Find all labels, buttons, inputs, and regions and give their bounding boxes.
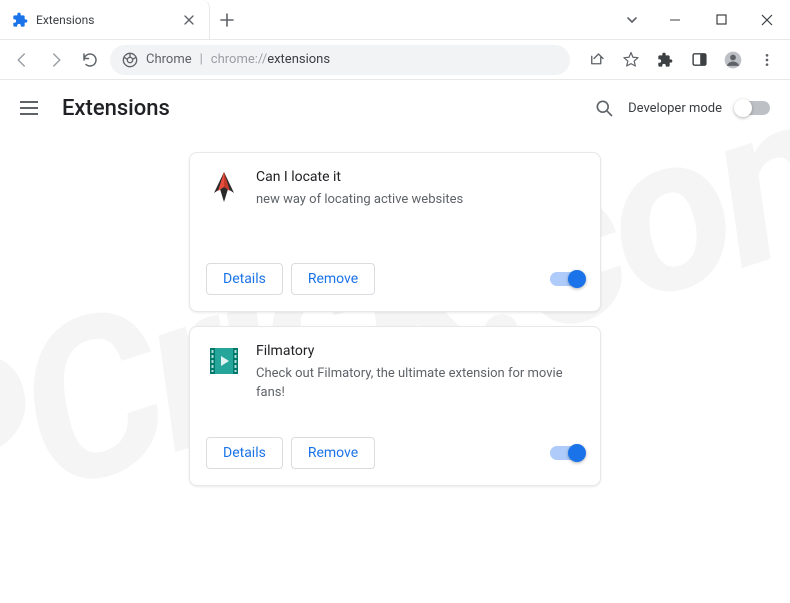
window-titlebar: Extensions xyxy=(0,0,790,40)
extensions-puzzle-icon[interactable] xyxy=(650,45,680,75)
side-panel-icon[interactable] xyxy=(684,45,714,75)
window-maximize-button[interactable] xyxy=(698,0,744,40)
hamburger-menu-icon[interactable] xyxy=(20,96,44,120)
forward-button[interactable] xyxy=(42,46,70,74)
address-scheme: Chrome xyxy=(146,52,192,67)
remove-button[interactable]: Remove xyxy=(291,263,375,295)
address-separator: | xyxy=(200,52,203,67)
window-minimize-button[interactable] xyxy=(652,0,698,40)
extensions-page-header: Extensions Developer mode xyxy=(0,80,790,136)
extension-description: new way of locating active websites xyxy=(256,191,584,210)
details-button[interactable]: Details xyxy=(206,437,283,469)
bird-icon xyxy=(206,169,242,205)
developer-mode-label: Developer mode xyxy=(628,101,722,116)
tab-search-chevron-icon[interactable] xyxy=(612,13,652,27)
browser-tab[interactable]: Extensions xyxy=(0,0,210,39)
puzzle-icon xyxy=(12,12,28,28)
extension-enable-toggle[interactable] xyxy=(550,446,584,460)
bookmark-star-icon[interactable] xyxy=(616,45,646,75)
window-close-button[interactable] xyxy=(744,0,790,40)
extension-card: Filmatory Check out Filmatory, the ultim… xyxy=(189,326,601,486)
extension-card: Can I locate it new way of locating acti… xyxy=(189,152,601,312)
close-tab-icon[interactable] xyxy=(181,12,197,28)
browser-toolbar: Chrome | chrome://extensions xyxy=(0,40,790,80)
chrome-site-icon xyxy=(122,52,138,68)
film-icon xyxy=(206,343,242,379)
developer-mode-toggle[interactable] xyxy=(736,101,770,115)
extension-description: Check out Filmatory, the ultimate extens… xyxy=(256,365,584,403)
extension-name: Filmatory xyxy=(256,343,584,359)
remove-button[interactable]: Remove xyxy=(291,437,375,469)
reload-button[interactable] xyxy=(76,46,104,74)
profile-avatar-icon[interactable] xyxy=(718,45,748,75)
tab-title: Extensions xyxy=(36,13,173,27)
extension-name: Can I locate it xyxy=(256,169,584,185)
details-button[interactable]: Details xyxy=(206,263,283,295)
page-title: Extensions xyxy=(62,96,170,121)
share-icon[interactable] xyxy=(582,45,612,75)
address-url: chrome://extensions xyxy=(211,52,330,67)
kebab-menu-icon[interactable] xyxy=(752,45,782,75)
search-icon[interactable] xyxy=(594,98,614,118)
address-bar[interactable]: Chrome | chrome://extensions xyxy=(110,45,570,75)
extensions-list: Can I locate it new way of locating acti… xyxy=(0,136,790,502)
back-button[interactable] xyxy=(8,46,36,74)
extension-enable-toggle[interactable] xyxy=(550,272,584,286)
new-tab-button[interactable] xyxy=(210,0,244,39)
